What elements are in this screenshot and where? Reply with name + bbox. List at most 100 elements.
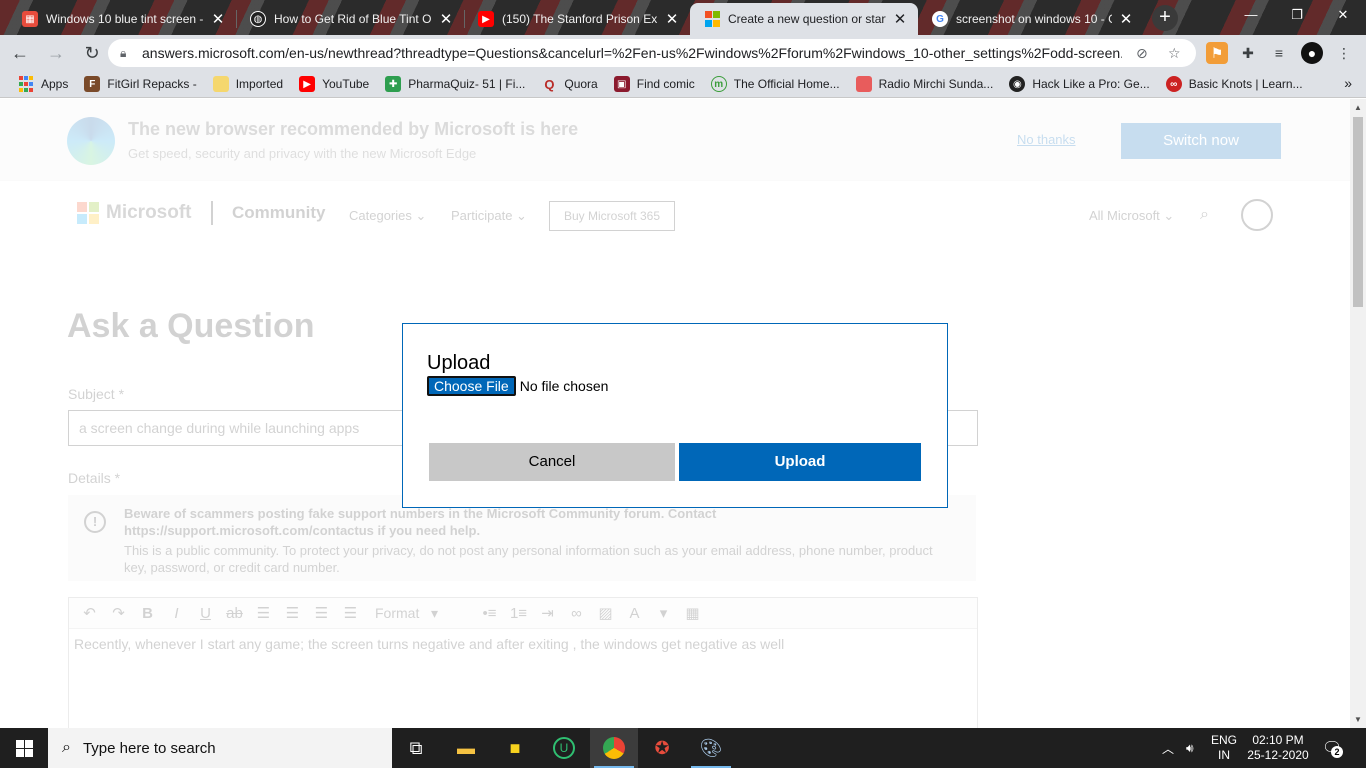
justify-icon[interactable]: ☰: [336, 604, 365, 622]
bookmarks-bar: Apps F FitGirl Repacks - Imported ▶ YouTub…: [0, 71, 1366, 98]
bookmark-official-home[interactable]: m The Official Home...: [705, 72, 846, 96]
bookmark-pharmaquiz[interactable]: ✚ PharmaQuiz- 51 | Fi...: [379, 72, 531, 96]
address-bar[interactable]: 🔒︎ answers.microsoft.com/en-us/newthread…: [108, 39, 1196, 67]
tab-3[interactable]: ▶ (150) The Stanford Prison Exp ✕: [464, 3, 690, 35]
align-right-icon[interactable]: ☰: [307, 604, 336, 622]
windows-taskbar: ⌕ Type here to search ⧉ ▬ ■ U ✪ 🎨︎ ︿ 🔊︎ …: [0, 728, 1366, 768]
new-tab-button[interactable]: +: [1152, 5, 1178, 31]
bookmark-apps[interactable]: Apps: [12, 72, 74, 96]
tab-title: Windows 10 blue tint screen -: [46, 12, 204, 26]
bookmark-basic-knots[interactable]: ∞ Basic Knots | Learn...: [1160, 72, 1309, 96]
puzzle-icon[interactable]: ✚: [1237, 42, 1259, 64]
star-icon[interactable]: ☆: [1168, 45, 1181, 62]
extension-icon[interactable]: ⚑: [1206, 42, 1228, 64]
taskbar-search[interactable]: ⌕ Type here to search: [48, 728, 392, 768]
underline-icon[interactable]: U: [191, 605, 220, 622]
indent-icon[interactable]: ⇥: [533, 604, 562, 622]
table-icon[interactable]: ▦: [678, 604, 707, 622]
task-view-button[interactable]: ⧉: [392, 728, 440, 768]
menu-kebab-icon[interactable]: ⋮: [1333, 42, 1355, 64]
start-button[interactable]: [0, 728, 48, 768]
strikethrough-icon[interactable]: ab: [220, 605, 249, 622]
microsoft-wordmark[interactable]: Microsoft: [106, 202, 192, 224]
url-text[interactable]: answers.microsoft.com/en-us/newthread?th…: [142, 45, 1122, 61]
align-left-icon[interactable]: ☰: [249, 604, 278, 622]
close-icon[interactable]: ✕: [892, 10, 908, 28]
choose-file-button[interactable]: Choose File: [427, 376, 516, 396]
numbered-list-icon[interactable]: 1≡: [504, 605, 533, 622]
upload-button[interactable]: Upload: [679, 443, 921, 481]
bookmark-label: Apps: [41, 77, 69, 91]
scroll-up-icon[interactable]: ▲: [1354, 103, 1362, 112]
show-hidden-icons[interactable]: ︿: [1162, 728, 1174, 768]
account-avatar-icon[interactable]: [1241, 199, 1273, 231]
bookmark-label: Find comic: [636, 77, 695, 91]
fitgirl-icon: F: [84, 76, 101, 92]
taskbar-clock[interactable]: 02:10 PM 25-12-2020: [1246, 733, 1310, 763]
microsoft-logo-icon[interactable]: [77, 202, 99, 224]
all-microsoft-menu[interactable]: All Microsoft ⌄: [1089, 208, 1174, 224]
page-scrollbar[interactable]: ▲ ▼: [1350, 99, 1366, 728]
bookmark-label: Radio Mirchi Sunda...: [878, 77, 994, 91]
bullet-list-icon[interactable]: •≡: [475, 605, 504, 622]
bookmark-hack-like-a-pro[interactable]: ◉ Hack Like a Pro: Ge...: [1003, 72, 1155, 96]
sticky-notes-button[interactable]: ■: [491, 728, 539, 768]
close-window-button[interactable]: ✕: [1320, 0, 1366, 30]
file-explorer-button[interactable]: ▬: [442, 728, 490, 768]
speaker-icon: 🔊︎: [1186, 740, 1194, 755]
profile-avatar-icon[interactable]: ●: [1301, 42, 1323, 64]
bookmark-imported[interactable]: Imported: [207, 72, 289, 96]
color-dropdown-icon[interactable]: ▾: [649, 604, 678, 622]
categories-menu[interactable]: Categories ⌄: [349, 208, 426, 224]
no-thanks-link[interactable]: No thanks: [1017, 132, 1076, 147]
uplay-button[interactable]: U: [540, 728, 588, 768]
bookmarks-more-button[interactable]: »: [1344, 75, 1352, 91]
maximize-button[interactable]: ❐: [1274, 0, 1320, 30]
search-icon[interactable]: ⌕: [1200, 206, 1209, 224]
paint-button[interactable]: 🎨︎: [687, 728, 735, 768]
image-icon[interactable]: ▨: [591, 604, 620, 622]
switch-now-button[interactable]: Switch now: [1121, 123, 1281, 159]
bookmark-radio-mirchi[interactable]: Radio Mirchi Sunda...: [850, 72, 1000, 96]
undo-icon[interactable]: ↶: [75, 604, 104, 622]
eye-slash-icon[interactable]: ⊘: [1136, 45, 1148, 62]
close-icon[interactable]: ✕: [1118, 10, 1134, 28]
cancel-button[interactable]: Cancel: [429, 443, 675, 481]
close-icon[interactable]: ✕: [664, 10, 680, 28]
chrome-taskbar-button[interactable]: [590, 728, 638, 768]
input-language-indicator[interactable]: ENG IN: [1211, 733, 1237, 763]
editor-body-text[interactable]: Recently, whenever I start any game; the…: [69, 629, 977, 659]
forward-button[interactable]: →: [40, 38, 72, 68]
minimize-button[interactable]: —: [1228, 0, 1274, 30]
close-icon[interactable]: ✕: [210, 10, 226, 28]
bold-icon[interactable]: B: [133, 605, 162, 622]
text-color-icon[interactable]: A: [620, 605, 649, 622]
scrollbar-thumb[interactable]: [1353, 117, 1363, 307]
tab-5[interactable]: G screenshot on windows 10 - G ✕: [918, 3, 1144, 35]
media-control-icon[interactable]: ≡: [1268, 42, 1290, 64]
buy-microsoft-365-button[interactable]: Buy Microsoft 365: [549, 201, 675, 231]
editor-toolbar: ↶ ↷ B I U ab ☰ ☰ ☰ ☰ Format ▾ •≡ 1≡ ⇥ ∞ …: [69, 598, 977, 629]
participate-menu[interactable]: Participate ⌄: [451, 208, 527, 224]
italic-icon[interactable]: I: [162, 605, 191, 622]
scroll-down-icon[interactable]: ▼: [1354, 715, 1362, 724]
globe-icon: ◍: [250, 11, 266, 27]
bookmark-fitgirl[interactable]: F FitGirl Repacks -: [78, 72, 202, 96]
format-select[interactable]: Format ▾: [375, 605, 461, 622]
reload-button[interactable]: ↻: [76, 38, 108, 68]
redo-icon[interactable]: ↷: [104, 604, 133, 622]
align-center-icon[interactable]: ☰: [278, 604, 307, 622]
bookmark-quora[interactable]: Q Quora: [535, 72, 603, 96]
game-app-button[interactable]: ✪: [638, 728, 686, 768]
community-link[interactable]: Community: [232, 203, 326, 223]
close-icon[interactable]: ✕: [438, 10, 454, 28]
bookmark-youtube[interactable]: ▶ YouTube: [293, 72, 375, 96]
tab-1[interactable]: ▦ Windows 10 blue tint screen - ✕: [8, 3, 236, 35]
details-editor[interactable]: ↶ ↷ B I U ab ☰ ☰ ☰ ☰ Format ▾ •≡ 1≡ ⇥ ∞ …: [68, 597, 978, 728]
back-button[interactable]: ←: [4, 38, 36, 68]
bookmark-find-comic[interactable]: ▣ Find comic: [608, 72, 701, 96]
link-icon[interactable]: ∞: [562, 605, 591, 622]
volume-button[interactable]: 🔊︎: [1186, 728, 1194, 768]
tab-2[interactable]: ◍ How to Get Rid of Blue Tint Or ✕: [236, 3, 464, 35]
tab-4-active[interactable]: Create a new question or start ✕: [690, 3, 918, 35]
